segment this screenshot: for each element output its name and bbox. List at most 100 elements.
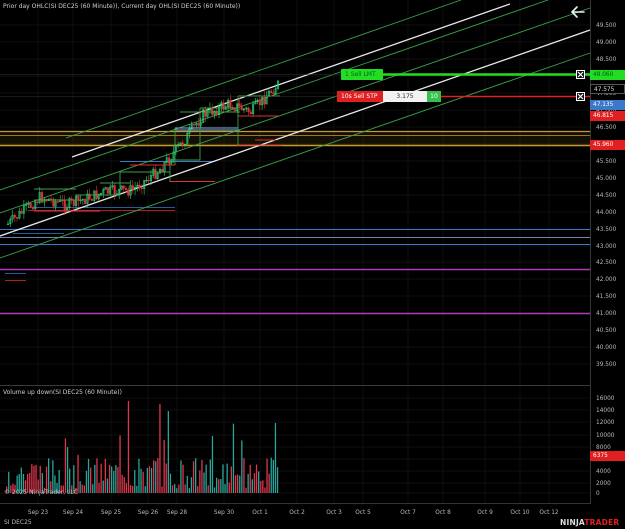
date-tick-label: Oct 3 <box>326 510 342 516</box>
sell-stop-order-tag[interactable]: 10s Sell STP <box>337 91 383 102</box>
candle-body <box>211 107 214 115</box>
price-tick-label: 42.500 <box>596 260 617 266</box>
candle-body <box>77 195 80 201</box>
volume-bar <box>77 454 79 493</box>
indicator-title: Prior day OHLC(SI DEC25 (60 Minute)), Cu… <box>3 3 241 10</box>
candle-body <box>20 211 23 214</box>
date-tick-label: Oct 9 <box>477 510 493 516</box>
volume-bar <box>174 484 176 493</box>
sell-stop-offset-field[interactable]: 3.175 <box>383 91 427 102</box>
price-tick-label: 43.000 <box>596 244 617 250</box>
price-tick-label: 49.000 <box>596 40 617 46</box>
candle-body <box>16 217 19 219</box>
candle-body <box>138 184 141 189</box>
volume-bar <box>184 484 186 493</box>
price-tick-label: 44.500 <box>596 193 617 199</box>
date-tick-label: Oct 1 <box>252 510 268 516</box>
price-tick-label: 48.500 <box>596 57 617 63</box>
volume-bar <box>108 464 111 493</box>
volume-bar <box>90 467 92 493</box>
sell-stop-quantity[interactable]: 10 <box>427 91 441 102</box>
date-tick-label: Oct 2 <box>289 510 305 516</box>
arrow-left-icon[interactable] <box>570 4 586 20</box>
volume-bar <box>134 470 136 493</box>
volume-bar <box>188 488 190 493</box>
candle-body <box>84 199 87 204</box>
volume-bar <box>251 479 253 493</box>
volume-bar <box>87 458 90 493</box>
volume-bar <box>104 458 106 493</box>
volume-bar <box>230 466 232 493</box>
candle-body <box>31 206 35 210</box>
volume-bar <box>176 488 178 493</box>
date-tick-label: Oct 12 <box>539 510 559 516</box>
volume-bar <box>157 458 159 493</box>
volume-bar <box>239 475 241 493</box>
candle-body <box>197 123 200 126</box>
volume-bar <box>211 435 214 493</box>
cancel-sell-limit-close-icon[interactable] <box>576 70 585 79</box>
volume-bar <box>146 468 148 493</box>
volume-bar <box>207 485 209 493</box>
volume-bar <box>102 480 104 493</box>
volume-bar <box>203 472 205 493</box>
candle-body <box>238 103 241 107</box>
volume-bar <box>148 466 151 493</box>
volume-bar <box>106 478 109 493</box>
volume-bar <box>144 486 146 493</box>
volume-bar <box>199 470 201 493</box>
candle-body <box>204 109 207 117</box>
date-tick-label: Sep 25 <box>101 510 121 516</box>
volume-bar <box>111 466 113 493</box>
candle-body <box>193 124 196 126</box>
volume-tick-label: 16000 <box>596 396 615 402</box>
price-tick-label: 43.500 <box>596 227 617 233</box>
candle-body <box>56 201 59 203</box>
price-tick-label: 41.500 <box>596 294 617 300</box>
volume-bar <box>274 422 277 493</box>
volume-bar <box>220 479 222 493</box>
price-tick-label: 39.500 <box>596 362 617 368</box>
date-tick-label: Oct 8 <box>435 510 451 516</box>
volume-bar <box>127 400 130 493</box>
volume-bar <box>255 464 258 493</box>
date-axis: Sep 23 Sep 24 Sep 25 Sep 26 Sep 28 Sep 30 Oct … <box>28 510 559 516</box>
date-tick-label: Sep 28 <box>167 510 187 516</box>
candle-body <box>270 90 273 93</box>
volume-bar <box>92 484 94 493</box>
volume-bar <box>140 468 142 493</box>
candle-body <box>106 187 109 194</box>
price-tick-label: 40.000 <box>596 345 617 351</box>
chart-canvas[interactable]: 49.50049.00048.50048.00047.50047.00046.5… <box>0 0 625 529</box>
candle-body <box>122 185 125 189</box>
volume-bar <box>64 438 67 493</box>
date-tick-label: Sep 24 <box>63 510 83 516</box>
volume-bar <box>226 463 228 493</box>
volume-bar <box>138 458 140 493</box>
volume-bar <box>66 447 69 493</box>
date-tick-label: Sep 30 <box>214 510 234 516</box>
price-tick-label: 44.000 <box>596 210 617 216</box>
volume-bar <box>270 457 272 493</box>
sell-limit-order-tag[interactable]: 1 Sell LMT <box>341 69 383 80</box>
volume-bar <box>79 481 81 493</box>
date-tick-label: Sep 26 <box>138 510 158 516</box>
volume-bar <box>113 470 115 493</box>
candle-body <box>147 179 150 182</box>
volume-bar <box>129 485 132 493</box>
candle-body <box>90 199 93 201</box>
volume-bar <box>165 463 167 493</box>
gold-band-marker: 45.960 <box>590 140 625 150</box>
candle-body <box>263 96 266 105</box>
cancel-sell-stop-close-icon[interactable] <box>576 92 585 101</box>
volume-bar <box>268 473 270 493</box>
volume-bar <box>159 403 161 493</box>
volume-bar <box>85 470 88 493</box>
volume-bar <box>125 483 127 493</box>
volume-bar <box>272 459 274 493</box>
volume-tick-label: 10000 <box>596 433 615 439</box>
date-tick-label: Oct 7 <box>400 510 416 516</box>
candle-body <box>124 188 128 190</box>
volume-bar <box>100 463 102 493</box>
volume-bar <box>249 464 251 493</box>
